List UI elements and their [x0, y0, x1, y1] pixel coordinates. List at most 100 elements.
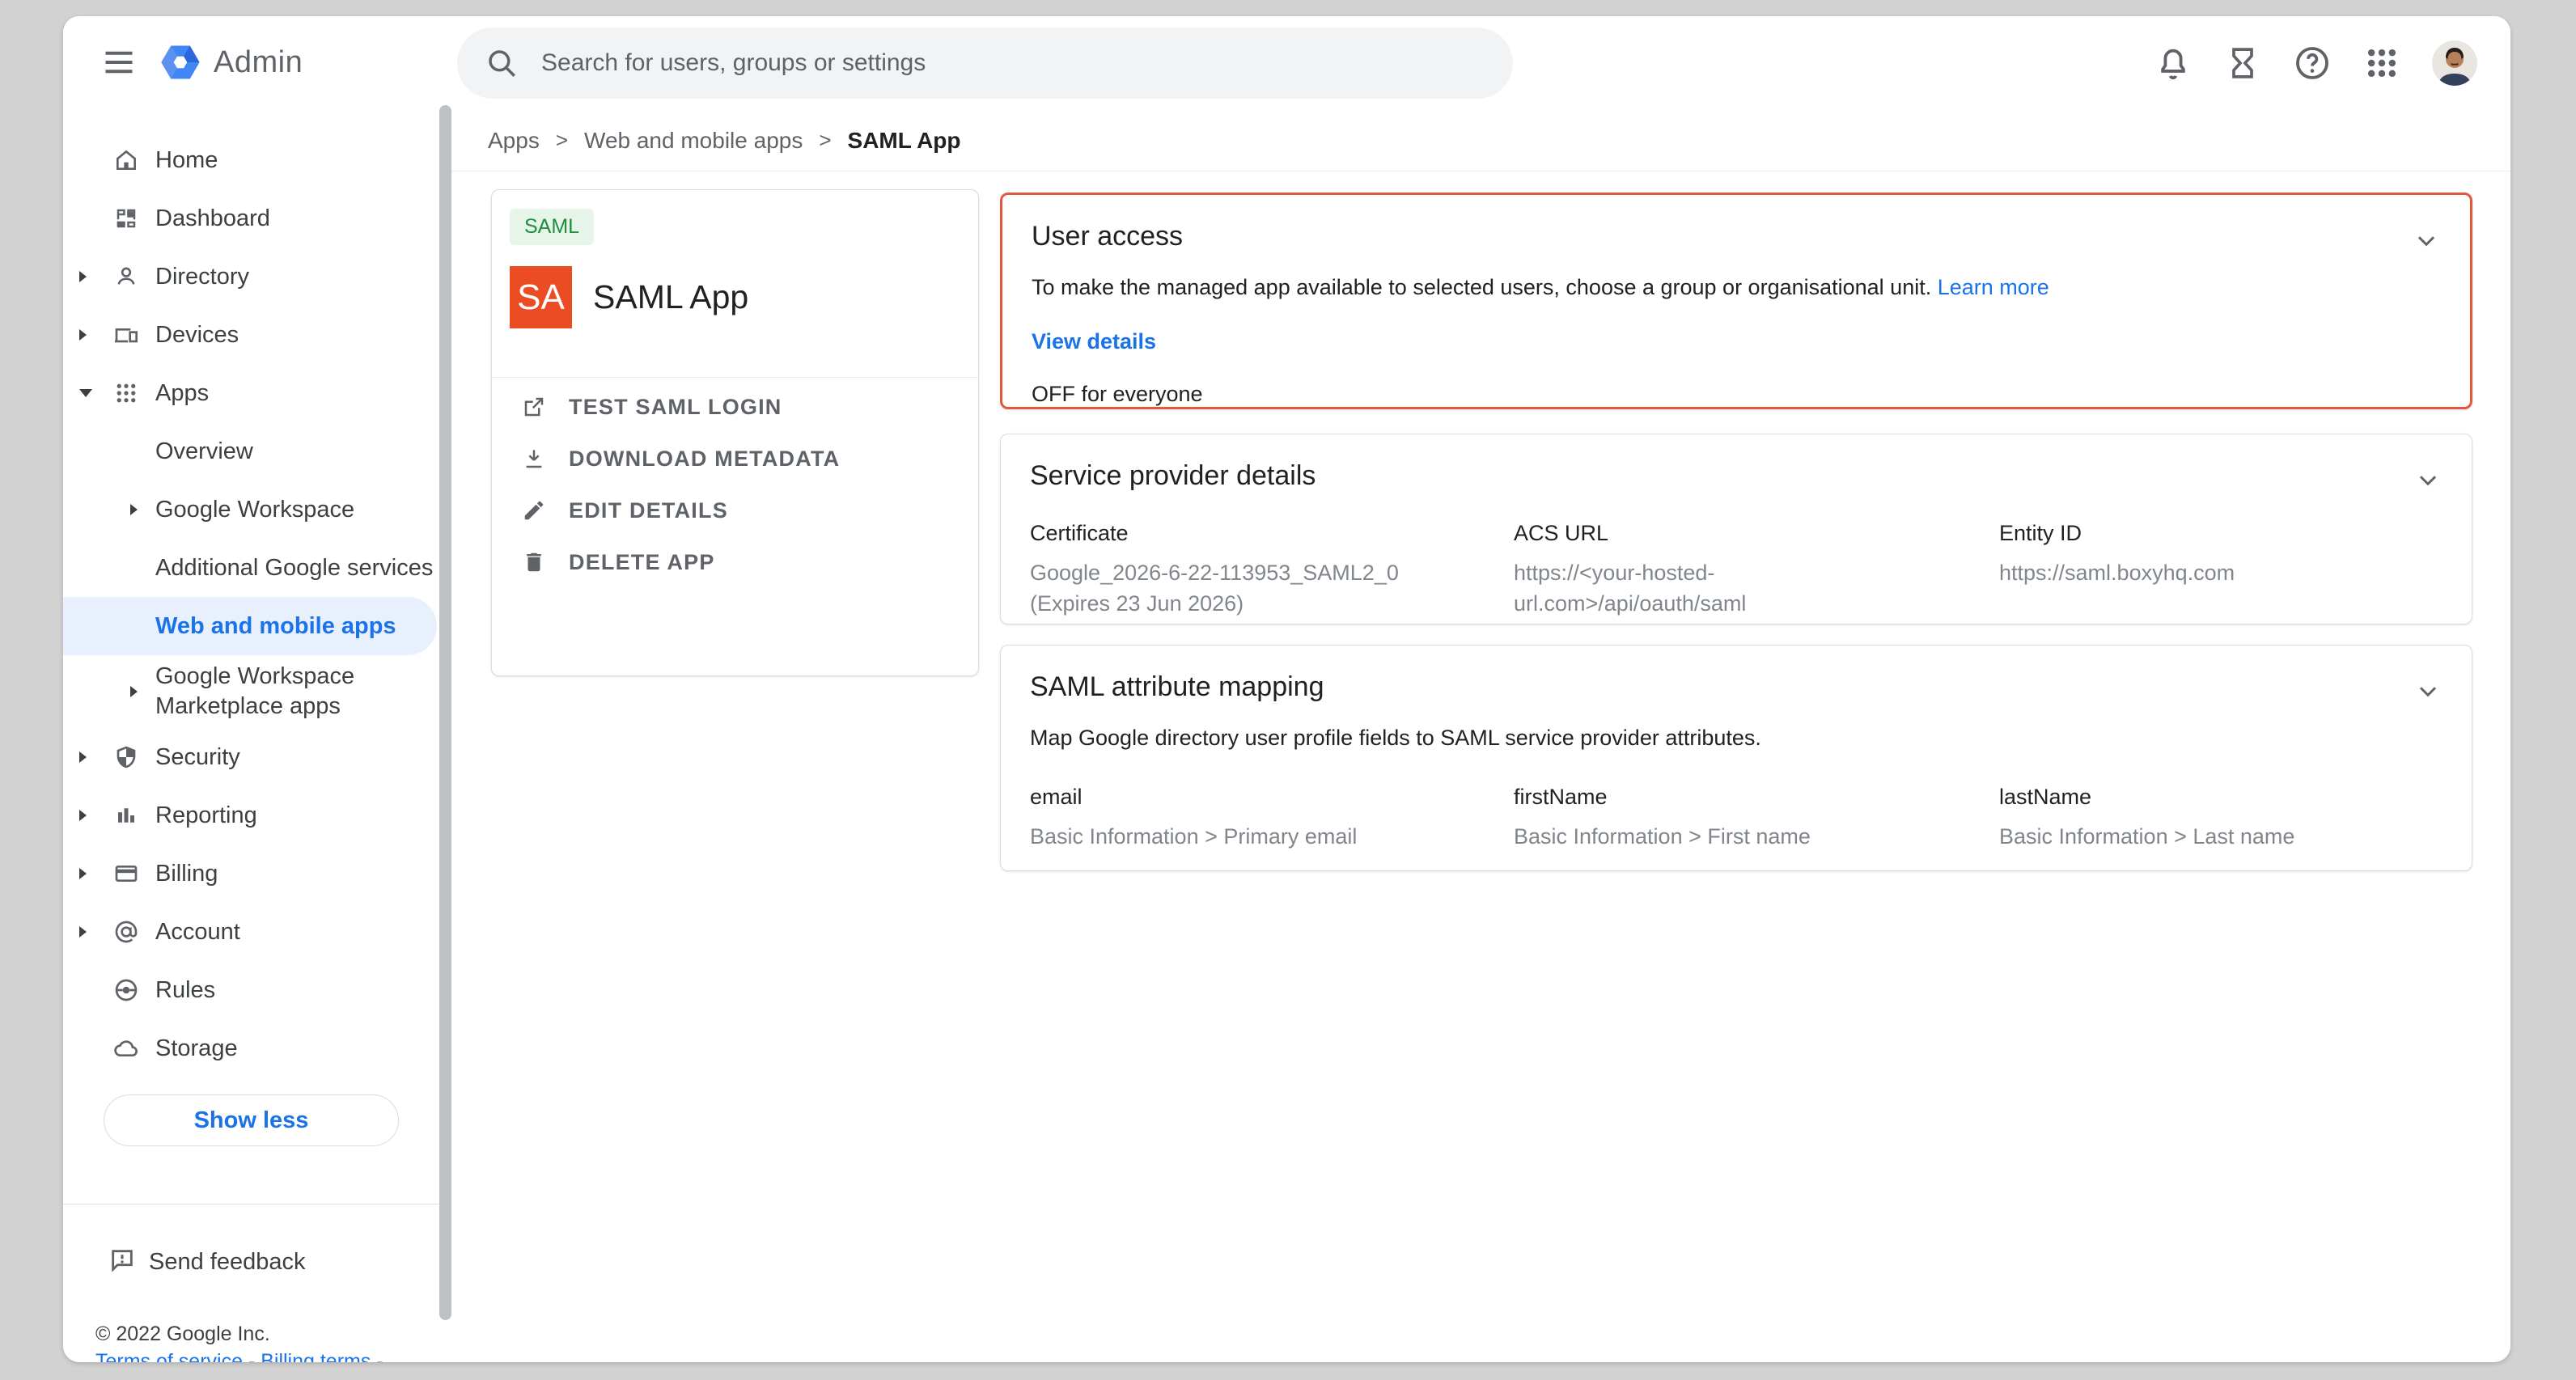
google-apps-grid-button[interactable] [2362, 44, 2401, 83]
attribute-mapping-title: SAML attribute mapping [1030, 646, 2439, 703]
test-saml-login-button[interactable]: TEST SAML LOGIN [522, 381, 978, 433]
sidebar-item-billing[interactable]: Billing [63, 845, 437, 903]
saml-type-badge: SAML [510, 209, 594, 245]
terms-of-service-link[interactable]: Terms of service [95, 1350, 243, 1362]
entity-id-label: Entity ID [1999, 521, 2235, 546]
service-provider-title: Service provider details [1030, 434, 2439, 492]
breadcrumb: Apps > Web and mobile apps > SAML App [451, 110, 2510, 171]
home-icon [108, 147, 144, 173]
expand-right-icon [79, 329, 87, 341]
hamburger-icon [104, 50, 133, 74]
billing-terms-link[interactable]: Billing terms [261, 1350, 371, 1362]
expand-right-icon [130, 686, 138, 697]
google-admin-logo: Admin [159, 40, 303, 84]
firstname-attribute-value: Basic Information > First name [1514, 821, 1999, 852]
breadcrumb-separator: > [819, 128, 831, 153]
expand-right-icon [79, 271, 87, 282]
shield-icon [108, 744, 144, 770]
chevron-down-icon [2413, 465, 2443, 494]
expand-right-icon [79, 926, 87, 938]
sidebar-item-marketplace-apps[interactable]: Google Workspace Marketplace apps [63, 655, 437, 728]
search-bar[interactable] [457, 28, 1513, 99]
service-provider-panel: Service provider details Certificate Goo… [1000, 434, 2472, 624]
chevron-down-icon [2413, 676, 2443, 705]
delete-app-button[interactable]: DELETE APP [522, 536, 978, 588]
sidebar-item-dashboard[interactable]: Dashboard [63, 189, 437, 248]
email-attribute-label: email [1030, 785, 1514, 810]
notifications-button[interactable] [2154, 44, 2193, 83]
expand-down-icon [79, 389, 92, 397]
send-feedback-button[interactable]: Send feedback [63, 1234, 437, 1289]
main-menu-button[interactable] [100, 47, 138, 79]
breadcrumb-apps[interactable]: Apps [488, 128, 540, 154]
bell-icon [2154, 44, 2192, 82]
person-icon [108, 264, 144, 290]
download-metadata-button[interactable]: DOWNLOAD METADATA [522, 433, 978, 485]
sidebar-item-security[interactable]: Security [63, 728, 437, 786]
apps-icon [108, 381, 144, 405]
account-avatar[interactable] [2432, 40, 2477, 86]
sidebar-item-apps[interactable]: Apps [63, 364, 437, 422]
user-access-title: User access [1032, 195, 2438, 252]
product-name: Admin [214, 45, 303, 80]
sidebar-item-apps-overview[interactable]: Overview [63, 422, 437, 480]
firstname-attribute-label: firstName [1514, 785, 1999, 810]
sidebar-item-devices[interactable]: Devices [63, 306, 437, 364]
acs-url-label: ACS URL [1514, 521, 1999, 546]
sidebar-item-account[interactable]: Account [63, 903, 437, 961]
breadcrumb-web-and-mobile-apps[interactable]: Web and mobile apps [584, 128, 803, 154]
attribute-mapping-panel: SAML attribute mapping Map Google direct… [1000, 645, 2472, 871]
expand-right-icon [79, 751, 87, 763]
cloud-icon [108, 1035, 144, 1061]
tasks-button[interactable] [2223, 44, 2262, 83]
admin-console-window: Admin [63, 16, 2510, 1362]
devices-icon [108, 322, 144, 348]
app-title: SAML App [593, 278, 748, 316]
app-avatar: SA [510, 266, 572, 328]
collapse-service-provider-button[interactable] [2413, 465, 2443, 497]
collapse-user-access-button[interactable] [2412, 226, 2441, 257]
email-attribute-value: Basic Information > Primary email [1030, 821, 1514, 852]
expand-right-icon [130, 504, 138, 515]
help-button[interactable] [2293, 44, 2332, 83]
entity-id-value: https://saml.boxyhq.com [1999, 557, 2235, 588]
avatar-photo [2432, 40, 2477, 86]
steering-wheel-icon [108, 977, 144, 1003]
pencil-icon [522, 498, 546, 523]
top-app-bar: Admin [63, 16, 2510, 110]
sidebar-item-directory[interactable]: Directory [63, 248, 437, 306]
edit-details-button[interactable]: EDIT DETAILS [522, 485, 978, 536]
help-icon [2294, 44, 2331, 82]
search-icon [485, 46, 519, 80]
certificate-value: Google_2026-6-22-113953_SAML2_0 (Expires… [1030, 557, 1418, 619]
sidebar-item-reporting[interactable]: Reporting [63, 786, 437, 845]
sidebar-item-rules[interactable]: Rules [63, 961, 437, 1019]
copyright-text: © 2022 Google Inc. [95, 1320, 383, 1348]
expand-right-icon [79, 868, 87, 879]
show-less-button[interactable]: Show less [104, 1094, 399, 1146]
collapse-attribute-mapping-button[interactable] [2413, 676, 2443, 708]
feedback-icon [108, 1247, 136, 1278]
sidebar-item-home[interactable]: Home [63, 131, 437, 189]
sidebar-item-web-and-mobile-apps[interactable]: Web and mobile apps [63, 597, 437, 655]
sidebar-scrollbar[interactable] [439, 105, 451, 1320]
sidebar-item-storage[interactable]: Storage [63, 1019, 437, 1077]
acs-url-value: https://<your-hosted-url.com>/api/oauth/… [1514, 557, 1837, 619]
sidebar-item-google-workspace[interactable]: Google Workspace [63, 480, 437, 539]
dashboard-icon [108, 206, 144, 231]
user-access-status: OFF for everyone [1032, 382, 2438, 407]
lastname-attribute-label: lastName [1999, 785, 2294, 810]
main-content: Apps > Web and mobile apps > SAML App SA… [451, 110, 2510, 1362]
search-input[interactable] [541, 49, 1485, 77]
view-details-link[interactable]: View details [1032, 329, 1156, 353]
breadcrumb-separator: > [556, 128, 568, 153]
learn-more-link[interactable]: Learn more [1938, 275, 2049, 299]
bar-chart-icon [108, 803, 144, 828]
sidebar-item-additional-google-services[interactable]: Additional Google services [63, 539, 437, 597]
apps-grid-icon [2364, 45, 2400, 81]
expand-right-icon [79, 810, 87, 821]
certificate-label: Certificate [1030, 521, 1514, 546]
lastname-attribute-value: Basic Information > Last name [1999, 821, 2294, 852]
attribute-mapping-description: Map Google directory user profile fields… [1030, 726, 2439, 751]
sidebar-footer: © 2022 Google Inc. Terms of service - Bi… [95, 1320, 383, 1362]
